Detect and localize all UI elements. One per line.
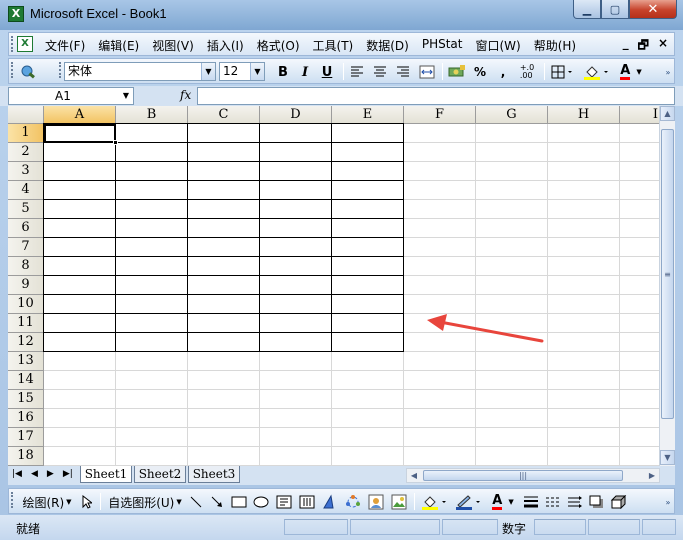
annotation-arrow <box>427 314 544 343</box>
arrow-shaft <box>438 320 544 343</box>
arrow-head <box>427 314 447 331</box>
excel-window: X Microsoft Excel - Book1 ▁ ▢ ✕ X 文件(F) … <box>0 0 683 540</box>
